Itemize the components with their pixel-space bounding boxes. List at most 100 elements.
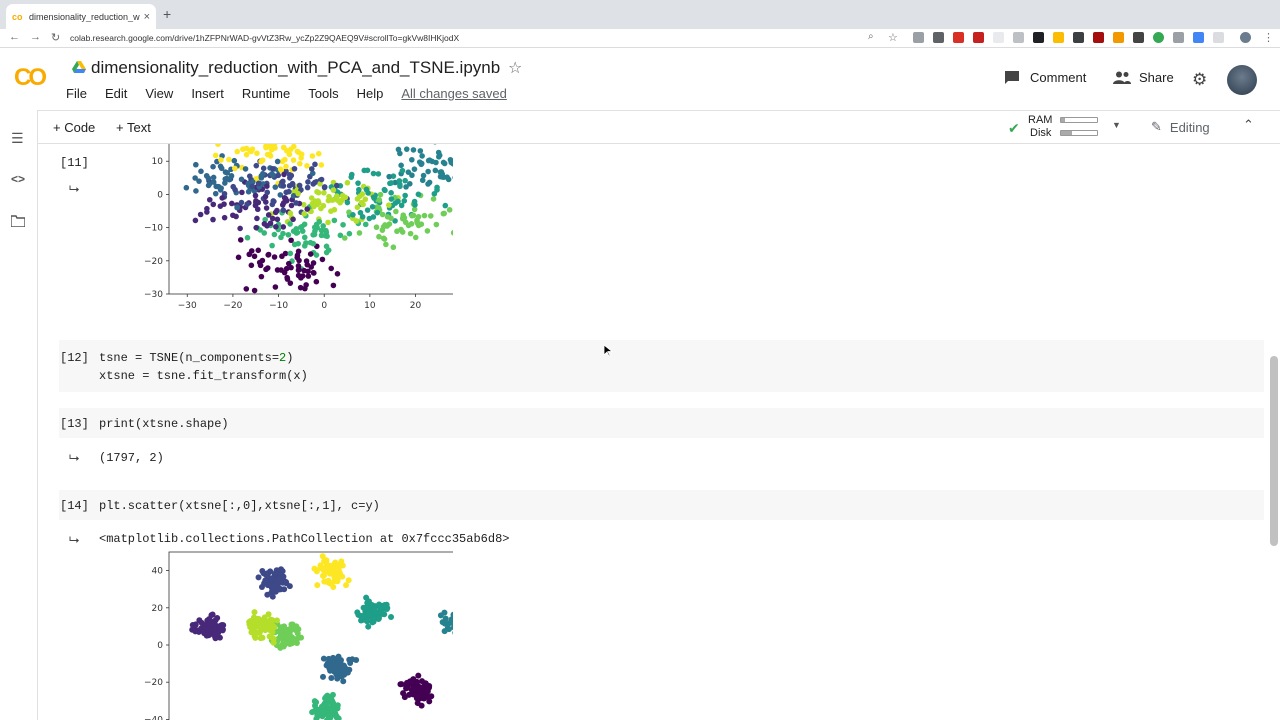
new-tab-button[interactable]: + bbox=[163, 6, 171, 22]
extension-icon[interactable] bbox=[913, 32, 924, 43]
extension-icon[interactable] bbox=[1213, 32, 1224, 43]
notebook-title[interactable]: dimensionality_reduction_with_PCA_and_TS… bbox=[91, 58, 500, 78]
resources-dropdown-icon[interactable]: ▼ bbox=[1112, 120, 1121, 130]
extension-icon[interactable] bbox=[1173, 32, 1184, 43]
scatter-point bbox=[439, 619, 446, 626]
scatter-point bbox=[274, 617, 281, 624]
scatter-point bbox=[285, 260, 292, 267]
extension-icon[interactable] bbox=[933, 32, 944, 43]
extension-icon[interactable] bbox=[1073, 32, 1084, 43]
scatter-point bbox=[212, 617, 219, 624]
scatter-point bbox=[304, 184, 311, 191]
scatter-point bbox=[323, 227, 329, 234]
bookmark-star-icon[interactable]: ☆ bbox=[888, 31, 898, 44]
scatter-point bbox=[238, 176, 245, 183]
scatter-point bbox=[366, 215, 373, 222]
gmail-extension-icon[interactable] bbox=[953, 32, 964, 43]
scatter-point bbox=[229, 200, 235, 207]
settings-gear-icon[interactable]: ⚙ bbox=[1192, 70, 1207, 90]
menu-help[interactable]: Help bbox=[357, 86, 384, 101]
share-button[interactable]: Share bbox=[1113, 70, 1174, 85]
files-folder-icon[interactable] bbox=[10, 214, 26, 230]
extension-icon[interactable] bbox=[993, 32, 1004, 43]
save-status-link[interactable]: All changes saved bbox=[401, 86, 507, 101]
code-snippets-icon[interactable]: <> bbox=[11, 172, 25, 186]
tab-close-icon[interactable]: × bbox=[144, 11, 150, 23]
code-line[interactable]: plt.scatter(xtsne[:,0],xtsne[:,1], c=y) bbox=[99, 499, 380, 513]
scatter-point bbox=[287, 221, 293, 227]
user-avatar[interactable] bbox=[1227, 65, 1257, 95]
extension-icon[interactable] bbox=[1193, 32, 1204, 43]
scatter-point bbox=[307, 251, 314, 257]
code-line[interactable]: print(xtsne.shape) bbox=[99, 417, 229, 431]
scatter-point bbox=[364, 207, 371, 213]
code-line[interactable]: tsne = TSNE(n_components=2) bbox=[99, 351, 293, 365]
scatter-point bbox=[370, 194, 377, 200]
extension-icon[interactable] bbox=[1153, 32, 1164, 43]
scatter-point bbox=[296, 182, 303, 189]
star-icon[interactable]: ☆ bbox=[508, 58, 522, 78]
menu-insert[interactable]: Insert bbox=[191, 86, 224, 101]
rss-extension-icon[interactable] bbox=[1113, 32, 1124, 43]
extension-icon[interactable] bbox=[1013, 32, 1024, 43]
extension-icon[interactable] bbox=[1093, 32, 1104, 43]
code-cell[interactable]: [14] plt.scatter(xtsne[:,0],xtsne[:,1], … bbox=[59, 490, 1264, 520]
scatter-point bbox=[295, 626, 302, 633]
extension-icon[interactable] bbox=[1133, 32, 1144, 43]
scatter-point bbox=[301, 243, 308, 249]
profile-avatar-icon[interactable] bbox=[1240, 32, 1251, 43]
scatter-point bbox=[384, 213, 391, 220]
back-icon[interactable]: ← bbox=[9, 31, 20, 43]
scatter-point bbox=[254, 150, 260, 157]
output-toggle-icon[interactable]: ⮡ bbox=[69, 532, 79, 548]
scatter-point bbox=[211, 632, 218, 639]
add-code-cell-button[interactable]: + Code bbox=[53, 120, 95, 135]
comment-button[interactable]: Comment bbox=[1004, 70, 1086, 85]
menu-tools[interactable]: Tools bbox=[308, 86, 338, 101]
scatter-point bbox=[297, 160, 303, 167]
add-text-cell-button[interactable]: + Text bbox=[116, 120, 151, 135]
browser-menu-icon[interactable]: ⋮ bbox=[1263, 31, 1274, 44]
reload-icon[interactable]: ↻ bbox=[51, 31, 60, 44]
zoom-icon[interactable]: ⌕ bbox=[868, 31, 874, 42]
extension-icon[interactable] bbox=[973, 32, 984, 43]
editing-mode-button[interactable]: ✎ Editing bbox=[1151, 119, 1210, 135]
menu-runtime[interactable]: Runtime bbox=[242, 86, 290, 101]
extension-icon[interactable] bbox=[1033, 32, 1044, 43]
collapse-header-icon[interactable]: ⌃ bbox=[1243, 117, 1254, 133]
output-toggle-icon[interactable]: ⮡ bbox=[69, 181, 79, 197]
colab-logo[interactable]: CO bbox=[14, 64, 54, 91]
output-toggle-icon[interactable]: ⮡ bbox=[69, 450, 79, 466]
table-of-contents-icon[interactable]: ☰ bbox=[11, 130, 24, 147]
scatter-point bbox=[401, 198, 408, 204]
scatter-point bbox=[243, 286, 250, 292]
resource-monitor[interactable]: ✔ RAM Disk ▼ bbox=[1008, 114, 1121, 142]
scatter-point bbox=[382, 222, 388, 228]
execution-count: [12] bbox=[60, 351, 89, 365]
scatter-point bbox=[340, 221, 346, 228]
scatter-point bbox=[427, 213, 434, 219]
scatter-point bbox=[261, 221, 268, 227]
scatter-point bbox=[344, 667, 351, 674]
scatter-point bbox=[433, 144, 437, 145]
scrollbar-thumb[interactable] bbox=[1270, 356, 1278, 546]
scatter-point bbox=[270, 165, 276, 172]
menu-view[interactable]: View bbox=[145, 86, 173, 101]
extension-icon[interactable] bbox=[1053, 32, 1064, 43]
scatter-point bbox=[258, 158, 264, 165]
url-field[interactable]: colab.research.google.com/drive/1hZFPNrW… bbox=[70, 31, 890, 46]
scatter-point bbox=[289, 621, 296, 628]
menu-file[interactable]: File bbox=[66, 86, 87, 101]
scatter-point bbox=[311, 231, 318, 238]
forward-icon[interactable]: → bbox=[30, 31, 41, 43]
browser-tab[interactable]: co dimensionality_reduction_with × bbox=[6, 4, 156, 29]
code-cell[interactable]: [12] tsne = TSNE(n_components=2) xtsne =… bbox=[59, 340, 1264, 392]
menu-edit[interactable]: Edit bbox=[105, 86, 127, 101]
scatter-point bbox=[244, 234, 251, 241]
code-line[interactable]: xtsne = tsne.fit_transform(x) bbox=[99, 369, 308, 383]
scatter-point bbox=[269, 242, 275, 249]
scatter-point bbox=[333, 714, 340, 720]
code-cell[interactable]: [13] print(xtsne.shape) bbox=[59, 408, 1264, 438]
scatter-point bbox=[251, 253, 258, 260]
scatter-point bbox=[257, 635, 264, 642]
